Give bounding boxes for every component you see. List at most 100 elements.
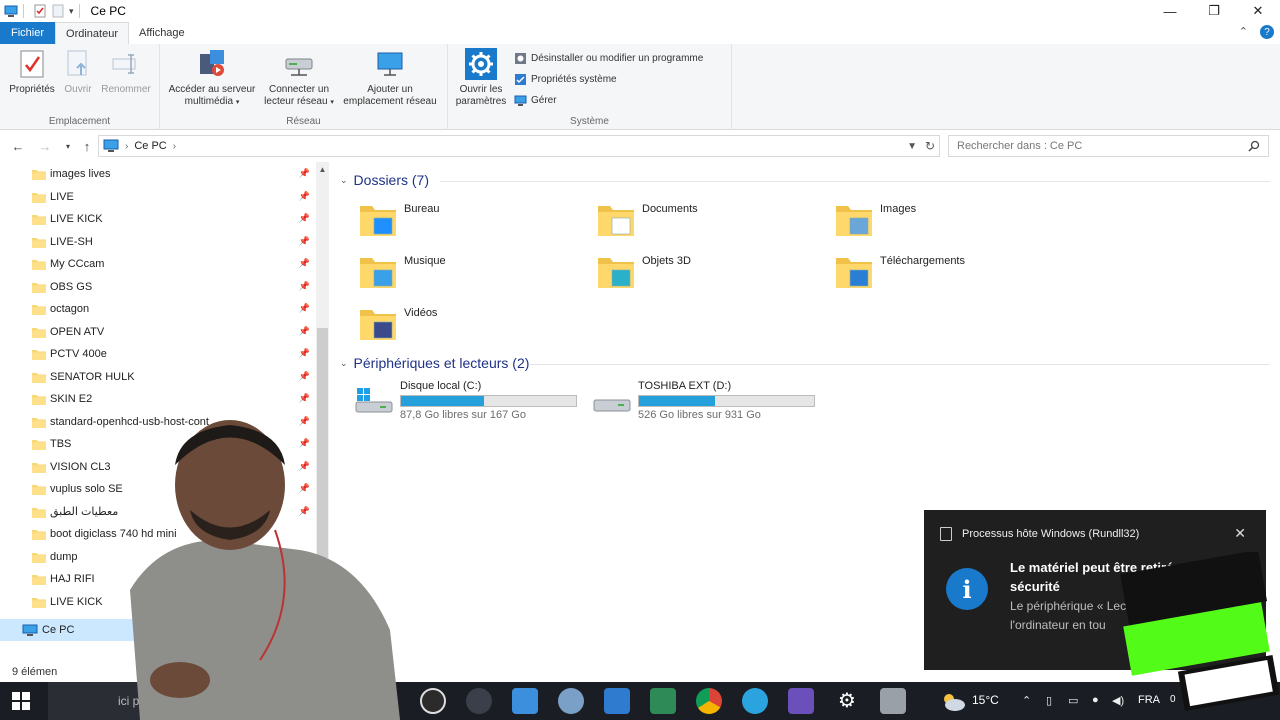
folder-tile[interactable]: Images (834, 200, 916, 240)
network-icon[interactable]: ▭ (1068, 694, 1078, 707)
pin-icon[interactable]: 📌 (299, 303, 310, 314)
folders-section-header[interactable]: ⌄ Dossiers (7) (340, 172, 429, 188)
pin-icon[interactable]: 📌 (299, 393, 310, 404)
folder-tile[interactable]: Musique (358, 252, 446, 292)
breadcrumb-ce-pc[interactable]: Ce PC (134, 140, 166, 152)
chrome-icon[interactable] (696, 688, 722, 714)
acceder-serveur-multimedia-button[interactable]: Accéder au serveur multimédia ▾ (164, 48, 260, 109)
chevron-down-icon[interactable]: ⌄ (340, 175, 348, 186)
sidebar-item[interactable]: SENATOR HULK 📌 (0, 366, 316, 388)
up-arrow-icon[interactable]: ↑ (76, 135, 98, 157)
sidebar-item[interactable]: OBS GS 📌 (0, 276, 316, 298)
satellite-app-icon[interactable] (558, 688, 584, 714)
sidebar-item[interactable]: images lives 📌 (0, 163, 316, 185)
proprietes-button[interactable]: Propriétés (6, 48, 58, 96)
microphone-icon[interactable]: ● (1092, 694, 1099, 706)
pin-icon[interactable]: 📌 (299, 348, 310, 359)
pin-icon[interactable]: 📌 (299, 168, 310, 179)
folder-icon (32, 192, 46, 203)
renommer-button[interactable]: Renommer (98, 48, 154, 96)
devices-section-header[interactable]: ⌄ Périphériques et lecteurs (2) (340, 355, 529, 371)
drive-d[interactable]: TOSHIBA EXT (D:) 526 Go libres sur 931 G… (592, 380, 822, 424)
folder-tile[interactable]: Bureau (358, 200, 439, 240)
folder-tile[interactable]: Vidéos (358, 304, 437, 344)
folder-icon (32, 462, 46, 473)
maximize-icon[interactable]: ❐ (1192, 0, 1236, 22)
usb-eject-icon[interactable]: ▯ (1046, 694, 1052, 707)
tab-affichage[interactable]: Affichage (129, 22, 195, 44)
pin-icon[interactable]: 📌 (299, 326, 310, 337)
address-bar[interactable]: › Ce PC › ▼ ↻ (98, 135, 940, 157)
pin-icon[interactable]: 📌 (299, 213, 310, 224)
scroll-up-arrow-icon[interactable]: ▲ (316, 163, 329, 177)
collapse-ribbon-icon[interactable]: ⌃ (1239, 25, 1248, 39)
camera-app-icon[interactable] (466, 688, 492, 714)
ouvrir-button[interactable]: Ouvrir (58, 48, 98, 96)
item-count: 9 élémen (12, 666, 58, 678)
search-input[interactable]: Rechercher dans : Ce PC (948, 135, 1269, 157)
group-reseau: Accéder au serveur multimédia ▾ Connecte… (160, 44, 448, 130)
laptop-app-icon[interactable] (512, 688, 538, 714)
folder-tile[interactable]: Documents (596, 200, 698, 240)
address-history-dropdown-icon[interactable]: ▼ (907, 141, 917, 152)
tab-ordinateur[interactable]: Ordinateur (55, 22, 129, 44)
desinstaller-programme-button[interactable]: Désinstaller ou modifier un programme (514, 52, 703, 65)
breadcrumb-separator-icon[interactable]: › (173, 141, 176, 152)
calculator-icon[interactable] (604, 688, 630, 714)
weather-cloud-icon[interactable] (940, 690, 966, 712)
ouvrir-parametres-button[interactable]: Ouvrir les paramètres (452, 48, 510, 108)
app-icon[interactable] (788, 688, 814, 714)
close-icon[interactable]: ✕ (1236, 0, 1280, 22)
3d-objects-folder-icon (598, 258, 634, 288)
close-icon[interactable]: ✕ (1234, 525, 1246, 542)
network-app-icon[interactable] (650, 688, 676, 714)
ajouter-emplacement-reseau-button[interactable]: Ajouter un emplacement réseau (338, 48, 442, 108)
minimize-icon[interactable]: — (1148, 0, 1192, 22)
search-icon[interactable] (1248, 140, 1260, 152)
sidebar-item[interactable]: octagon 📌 (0, 298, 316, 320)
chevron-down-icon[interactable]: ⌄ (340, 358, 348, 369)
file-explorer-icon[interactable] (880, 688, 906, 714)
sidebar-item-label: LIVE (50, 190, 74, 203)
sh-satellite-kick-live-logo (1120, 552, 1280, 712)
breadcrumb-separator-icon[interactable]: › (125, 141, 128, 152)
tab-fichier[interactable]: Fichier (0, 22, 56, 44)
customize-quick-access-icon[interactable]: ▾ (69, 6, 74, 17)
pin-icon[interactable]: 📌 (299, 281, 310, 292)
gerer-button[interactable]: Gérer (514, 94, 557, 107)
acceder-label-line1: Accéder au serveur (168, 84, 256, 95)
back-arrow-icon[interactable]: ← (7, 135, 29, 157)
new-folder-quick-icon[interactable] (51, 4, 65, 18)
sidebar-item-label: LIVE-SH (50, 235, 93, 248)
chevron-up-icon[interactable]: ⌃ (1022, 694, 1031, 707)
forward-arrow-icon[interactable]: → (34, 135, 56, 157)
connecter-lecteur-reseau-button[interactable]: Connecter un lecteur réseau ▾ (260, 48, 338, 109)
group-label-emplacement: Emplacement (48, 116, 111, 127)
webcam-overlay-image (130, 420, 400, 720)
weather-temperature[interactable]: 15°C (972, 693, 999, 707)
properties-quick-icon[interactable] (33, 4, 47, 18)
sidebar-item[interactable]: LIVE 📌 (0, 186, 316, 208)
proprietes-systeme-button[interactable]: Propriétés système (514, 73, 617, 86)
sidebar-item-label: OBS GS (50, 280, 93, 293)
windows-start-icon[interactable] (12, 692, 30, 710)
sidebar-item[interactable]: PCTV 400e 📌 (0, 343, 316, 365)
sidebar-item[interactable]: SKIN E2 📌 (0, 388, 316, 410)
obs-app-icon[interactable] (420, 688, 446, 714)
settings-gear-icon[interactable]: ⚙ (834, 688, 860, 714)
help-icon[interactable]: ? (1260, 25, 1274, 39)
pin-icon[interactable]: 📌 (299, 191, 310, 202)
pin-icon[interactable]: 📌 (299, 236, 310, 247)
pin-icon[interactable]: 📌 (299, 371, 310, 382)
telegram-icon[interactable] (742, 688, 768, 714)
sidebar-item[interactable]: LIVE KICK 📌 (0, 208, 316, 230)
sidebar-item[interactable]: LIVE-SH 📌 (0, 231, 316, 253)
folder-tile[interactable]: Téléchargements (834, 252, 965, 292)
drive-name: Disque local (C:) (400, 380, 482, 392)
ajouter-label-line2: emplacement réseau (343, 96, 437, 107)
folder-tile[interactable]: Objets 3D (596, 252, 691, 292)
refresh-icon[interactable]: ↻ (925, 139, 935, 153)
sidebar-item[interactable]: My CCcam 📌 (0, 253, 316, 275)
sidebar-item[interactable]: OPEN ATV 📌 (0, 321, 316, 343)
pin-icon[interactable]: 📌 (299, 258, 310, 269)
